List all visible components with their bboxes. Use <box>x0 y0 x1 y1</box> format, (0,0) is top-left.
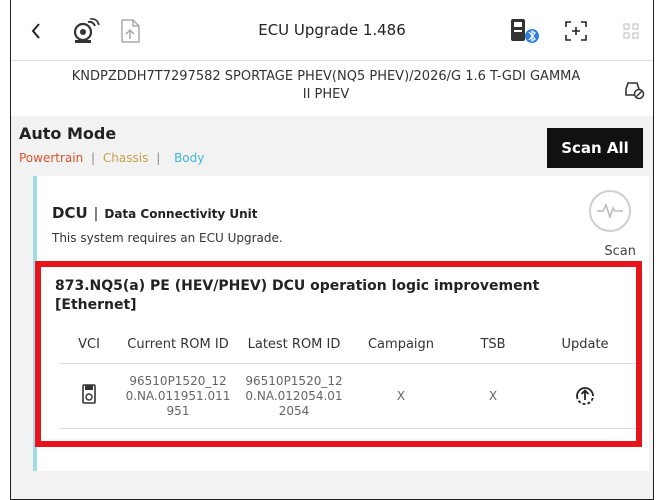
title-separator: | <box>93 206 99 222</box>
col-latest-rom: Latest ROM ID <box>237 325 351 364</box>
top-bar: ECU Upgrade 1.486 <box>11 0 653 61</box>
campaign-cell: X <box>351 363 451 429</box>
system-code: DCU <box>52 204 88 222</box>
app-frame: ECU Upgrade 1.486 KNDPZDDH7T7297582 SPOR… <box>10 0 654 500</box>
col-tsb: TSB <box>451 325 535 364</box>
vci-device-cell <box>59 363 119 429</box>
tab-powertrain[interactable]: Powertrain <box>19 151 83 165</box>
col-current-rom: Current ROM ID <box>119 325 237 364</box>
latest-rom-link[interactable]: 96510P1520_12 0.NA.012054.01 2054 <box>237 363 351 429</box>
tab-chassis[interactable]: Chassis <box>103 151 148 165</box>
rom-table: VCI Current ROM ID Latest ROM ID Campaig… <box>59 325 635 429</box>
auto-mode-title: Auto Mode <box>19 124 117 143</box>
system-title: DCU | Data Connectivity Unit <box>52 204 257 222</box>
ecu-update-panel: 873.NQ5(a) PE (HEV/PHEV) DCU operation l… <box>35 261 642 447</box>
scan-label[interactable]: Scan <box>604 244 636 259</box>
vehicle-settings-icon[interactable] <box>623 80 645 104</box>
col-update: Update <box>535 325 635 364</box>
bluetooth-vci-icon[interactable] <box>508 18 540 44</box>
vehicle-info-bar: KNDPZDDH7T7297582 SPORTAGE PHEV(NQ5 PHEV… <box>11 60 653 117</box>
screen-capture-icon[interactable] <box>564 18 588 44</box>
table-header-row: VCI Current ROM ID Latest ROM ID Campaig… <box>59 325 635 364</box>
tab-body[interactable]: Body <box>174 151 204 165</box>
update-title: 873.NQ5(a) PE (HEV/PHEV) DCU operation l… <box>55 278 540 313</box>
vci-device-icon <box>81 384 97 408</box>
col-vci: VCI <box>59 325 119 364</box>
auto-mode-panel: Auto Mode Powertrain | Chassis | Body Sc… <box>11 116 653 499</box>
tab-separator: | <box>91 151 96 165</box>
grid-menu-icon[interactable] <box>623 18 639 44</box>
tsb-cell: X <box>451 363 535 429</box>
vehicle-info: KNDPZDDH7T7297582 SPORTAGE PHEV(NQ5 PHEV… <box>71 69 581 102</box>
col-campaign: Campaign <box>351 325 451 364</box>
category-tabs: Powertrain | Chassis | Body <box>19 151 204 165</box>
tab-separator: | <box>156 151 161 165</box>
scan-all-button[interactable]: Scan All <box>547 128 643 168</box>
system-name: Data Connectivity Unit <box>104 207 258 221</box>
page-title: ECU Upgrade 1.486 <box>258 21 406 39</box>
upgrade-message: This system requires an ECU Upgrade. <box>52 231 283 245</box>
scan-waveform-icon[interactable] <box>589 190 631 232</box>
update-cell <box>535 363 635 429</box>
update-cloud-icon[interactable] <box>573 387 597 408</box>
table-row: 96510P1520_12 0.NA.011951.011 951 96510P… <box>59 363 635 429</box>
current-rom-cell: 96510P1520_12 0.NA.011951.011 951 <box>119 363 237 429</box>
